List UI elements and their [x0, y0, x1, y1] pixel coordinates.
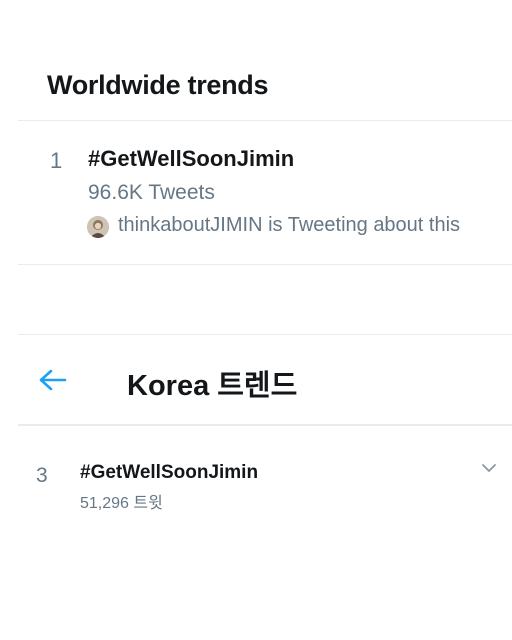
- trend-tweet-count: 51,296 트윗: [80, 495, 163, 512]
- trend-name[interactable]: #GetWellSoonJimin: [80, 462, 258, 484]
- trend-rank: 3: [36, 464, 48, 487]
- chevron-down-icon[interactable]: [481, 461, 497, 473]
- back-arrow-icon[interactable]: [38, 366, 68, 394]
- worldwide-trends-title: Worldwide trends: [47, 70, 269, 100]
- worldwide-trend-item[interactable]: [0, 122, 512, 262]
- user-avatar: [87, 216, 109, 238]
- korea-top-divider: [18, 334, 512, 335]
- korea-trends-title: Korea 트렌드: [127, 370, 298, 402]
- header-divider: [18, 120, 512, 121]
- trend-tweet-count: 96.6K Tweets: [88, 181, 215, 204]
- trend-rank: 1: [50, 148, 63, 173]
- trend-context: thinkaboutJIMIN is Tweeting about this: [118, 214, 461, 236]
- trend-name[interactable]: #GetWellSoonJimin: [88, 146, 294, 172]
- korea-header-divider: [18, 424, 512, 426]
- section-divider: [18, 264, 512, 265]
